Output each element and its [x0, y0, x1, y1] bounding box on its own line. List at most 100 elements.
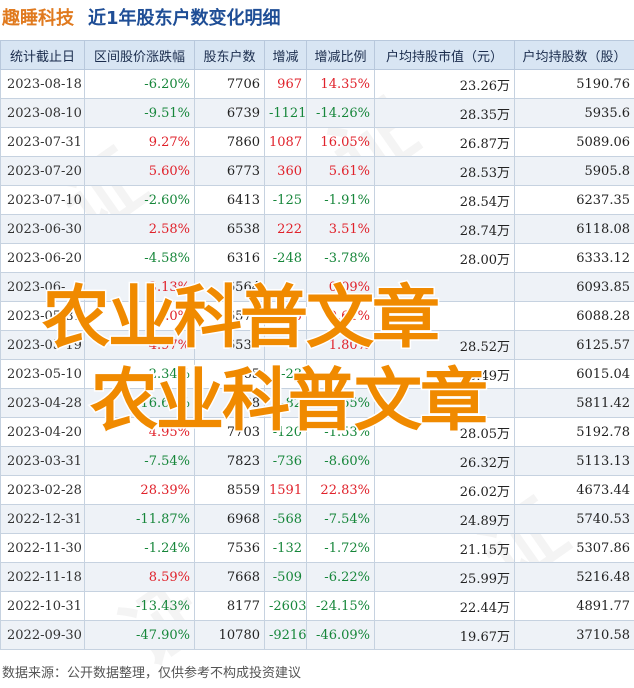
- table-cell: 7823: [195, 447, 265, 476]
- table-cell: -14.26%: [307, 99, 375, 128]
- table-cell: -6.22%: [307, 563, 375, 592]
- table-cell: 8177: [195, 592, 265, 621]
- company-name: 趣睡科技: [2, 4, 74, 30]
- table-cell: 2023-02-28: [1, 476, 85, 505]
- table-cell: 5089.06: [515, 128, 634, 157]
- table-cell: 22.83%: [307, 476, 375, 505]
- table-cell: -1.91%: [307, 186, 375, 215]
- table-cell: 2023-08-10: [1, 99, 85, 128]
- table-row: 2022-09-30-47.90%10780-9216-46.09%19.67万…: [1, 621, 634, 650]
- table-cell: 3.51%: [307, 215, 375, 244]
- column-header: 统计截止日: [1, 41, 85, 70]
- table-cell: -125: [265, 186, 307, 215]
- table-cell: -1.24%: [85, 534, 195, 563]
- table-cell: 2022-09-30: [1, 621, 85, 650]
- table-cell: 5935.6: [515, 99, 634, 128]
- column-header: 户均持股市值（元）: [375, 41, 515, 70]
- table-cell: 3710.58: [515, 621, 634, 650]
- table-cell: 5307.86: [515, 534, 634, 563]
- table-row: 2023-07-10-2.60%6413-125-1.91%28.54万6237…: [1, 186, 634, 215]
- table-cell: 19.67万: [375, 621, 515, 650]
- table-cell: 6093.85: [515, 273, 634, 302]
- table-cell: -9.51%: [85, 99, 195, 128]
- table-cell: 2022-12-31: [1, 505, 85, 534]
- table-header-row: 统计截止日 区间股价涨跌幅 股东户数 增减 增减比例 户均持股市值（元） 户均持…: [1, 41, 634, 70]
- table-cell: 26.02万: [375, 476, 515, 505]
- table-cell: 28.53万: [375, 157, 515, 186]
- table-cell: 24.89万: [375, 505, 515, 534]
- table-cell: 5113.13: [515, 447, 634, 476]
- table-cell: -509: [265, 563, 307, 592]
- table-cell: 360: [265, 157, 307, 186]
- table-cell: -7.54%: [307, 505, 375, 534]
- table-cell: 21.15万: [375, 534, 515, 563]
- table-cell: 7668: [195, 563, 265, 592]
- table-cell: 6413: [195, 186, 265, 215]
- table-cell: 2023-04-28: [1, 389, 85, 418]
- table-cell: 5192.78: [515, 418, 634, 447]
- table-cell: 6118.08: [515, 215, 634, 244]
- table-cell: 2022-11-30: [1, 534, 85, 563]
- table-cell: -736: [265, 447, 307, 476]
- table-cell: 5.61%: [307, 157, 375, 186]
- table-cell: 14.35%: [307, 70, 375, 99]
- table-cell: 6125.57: [515, 331, 634, 360]
- table-cell: -1121: [265, 99, 307, 128]
- table-cell: 28.35万: [375, 99, 515, 128]
- page-title: 近1年股东户数变化明细: [88, 4, 281, 30]
- table-cell: 5190.76: [515, 70, 634, 99]
- table-cell: 7860: [195, 128, 265, 157]
- table-cell: -7.54%: [85, 447, 195, 476]
- table-row: 2022-11-188.59%7668-509-6.22%25.99万5216.…: [1, 563, 634, 592]
- table-cell: 7706: [195, 70, 265, 99]
- table-cell: 6333.12: [515, 244, 634, 273]
- table-cell: -2603: [265, 592, 307, 621]
- table-cell: 22.44万: [375, 592, 515, 621]
- table-cell: 2023-08-18: [1, 70, 85, 99]
- column-header: 股东户数: [195, 41, 265, 70]
- table-cell: 28.74万: [375, 215, 515, 244]
- table-cell: 222: [265, 215, 307, 244]
- table-cell: -2.60%: [85, 186, 195, 215]
- table-cell: 6015.04: [515, 360, 634, 389]
- table-cell: 16.05%: [307, 128, 375, 157]
- table-cell: 6538: [195, 215, 265, 244]
- table-cell: 2022-10-31: [1, 592, 85, 621]
- table-row: 2023-02-2828.39%8559159122.83%26.02万4673…: [1, 476, 634, 505]
- table-cell: 967: [265, 70, 307, 99]
- table-cell: 5905.8: [515, 157, 634, 186]
- table-cell: 2023-07-10: [1, 186, 85, 215]
- table-cell: 5811.42: [515, 389, 634, 418]
- data-source-note: 数据来源：公开数据整理，仅供参考不构成投资建议: [2, 662, 301, 681]
- table-cell: 2023-03-31: [1, 447, 85, 476]
- column-header: 增减比例: [307, 41, 375, 70]
- table-cell: 10780: [195, 621, 265, 650]
- column-header: 区间股价涨跌幅: [85, 41, 195, 70]
- table-row: 2023-03-31-7.54%7823-736-8.60%26.32万5113…: [1, 447, 634, 476]
- table-cell: 4673.44: [515, 476, 634, 505]
- table-cell: 26.32万: [375, 447, 515, 476]
- table-cell: 6739: [195, 99, 265, 128]
- table-cell: 1591: [265, 476, 307, 505]
- table-row: 2022-11-30-1.24%7536-132-1.72%21.15万5307…: [1, 534, 634, 563]
- column-header: 户均持股数（股）: [515, 41, 634, 70]
- table-cell: 2023-04-20: [1, 418, 85, 447]
- table-cell: -1.72%: [307, 534, 375, 563]
- table-cell: 6237.35: [515, 186, 634, 215]
- table-row: 2023-06-302.58%65382223.51%28.74万6118.08: [1, 215, 634, 244]
- table-cell: 28.54万: [375, 186, 515, 215]
- table-cell: 7536: [195, 534, 265, 563]
- table-cell: 5216.48: [515, 563, 634, 592]
- table-cell: 2023-06-30: [1, 215, 85, 244]
- table-cell: 28.39%: [85, 476, 195, 505]
- table-cell: 4891.77: [515, 592, 634, 621]
- table-cell: 8559: [195, 476, 265, 505]
- page-header: 趣睡科技 近1年股东户数变化明细: [0, 0, 634, 34]
- table-cell: -6.20%: [85, 70, 195, 99]
- table-cell: -8.60%: [307, 447, 375, 476]
- table-cell: -46.09%: [307, 621, 375, 650]
- table-row: 2023-07-205.60%67733605.61%28.53万5905.8: [1, 157, 634, 186]
- table-cell: -24.15%: [307, 592, 375, 621]
- table-cell: 6773: [195, 157, 265, 186]
- table-cell: 2023-05-10: [1, 360, 85, 389]
